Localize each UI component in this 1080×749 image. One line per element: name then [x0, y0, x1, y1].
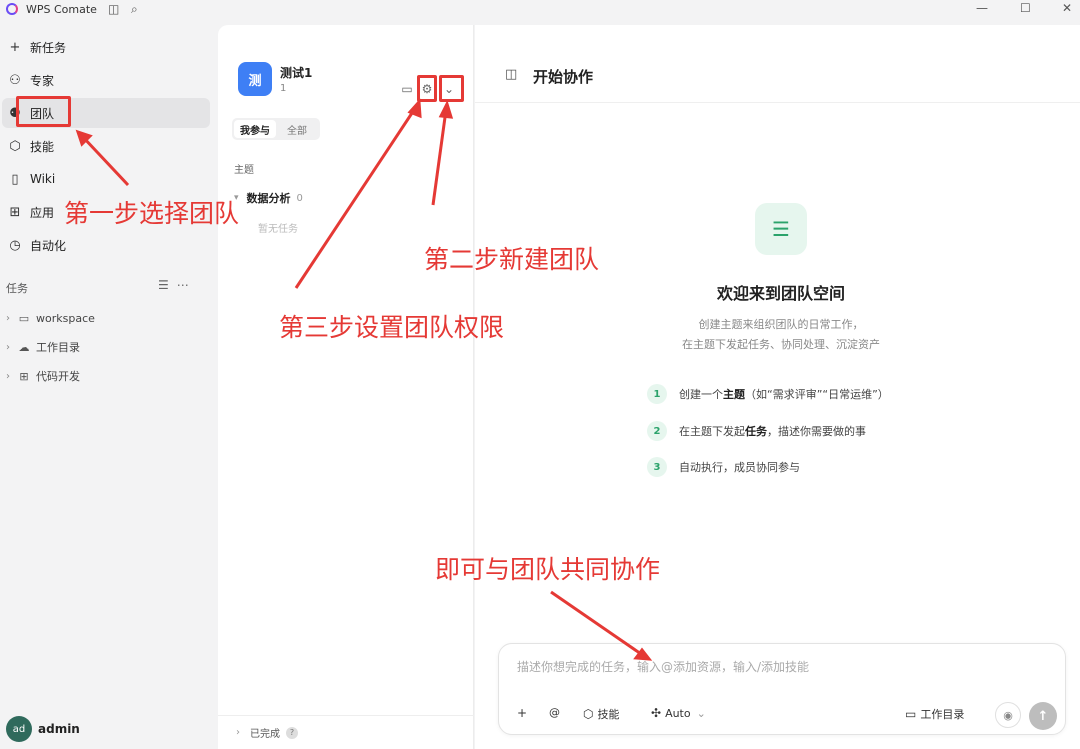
arrowhead-step3 — [407, 98, 422, 119]
annotation-step3: 第三步设置团队权限 — [279, 313, 505, 342]
annotation-final: 即可与团队共同协作 — [435, 555, 661, 584]
annotation-arrows — [75, 98, 653, 661]
arrowhead-step2 — [438, 99, 454, 119]
annotation-step1: 第一步选择团队 — [64, 199, 240, 228]
annotation-step2: 第二步新建团队 — [424, 245, 600, 274]
arrow-step2 — [431, 109, 448, 206]
arrow-step3 — [294, 106, 418, 289]
arrow-step1 — [80, 134, 130, 187]
arrow-final — [550, 590, 645, 658]
